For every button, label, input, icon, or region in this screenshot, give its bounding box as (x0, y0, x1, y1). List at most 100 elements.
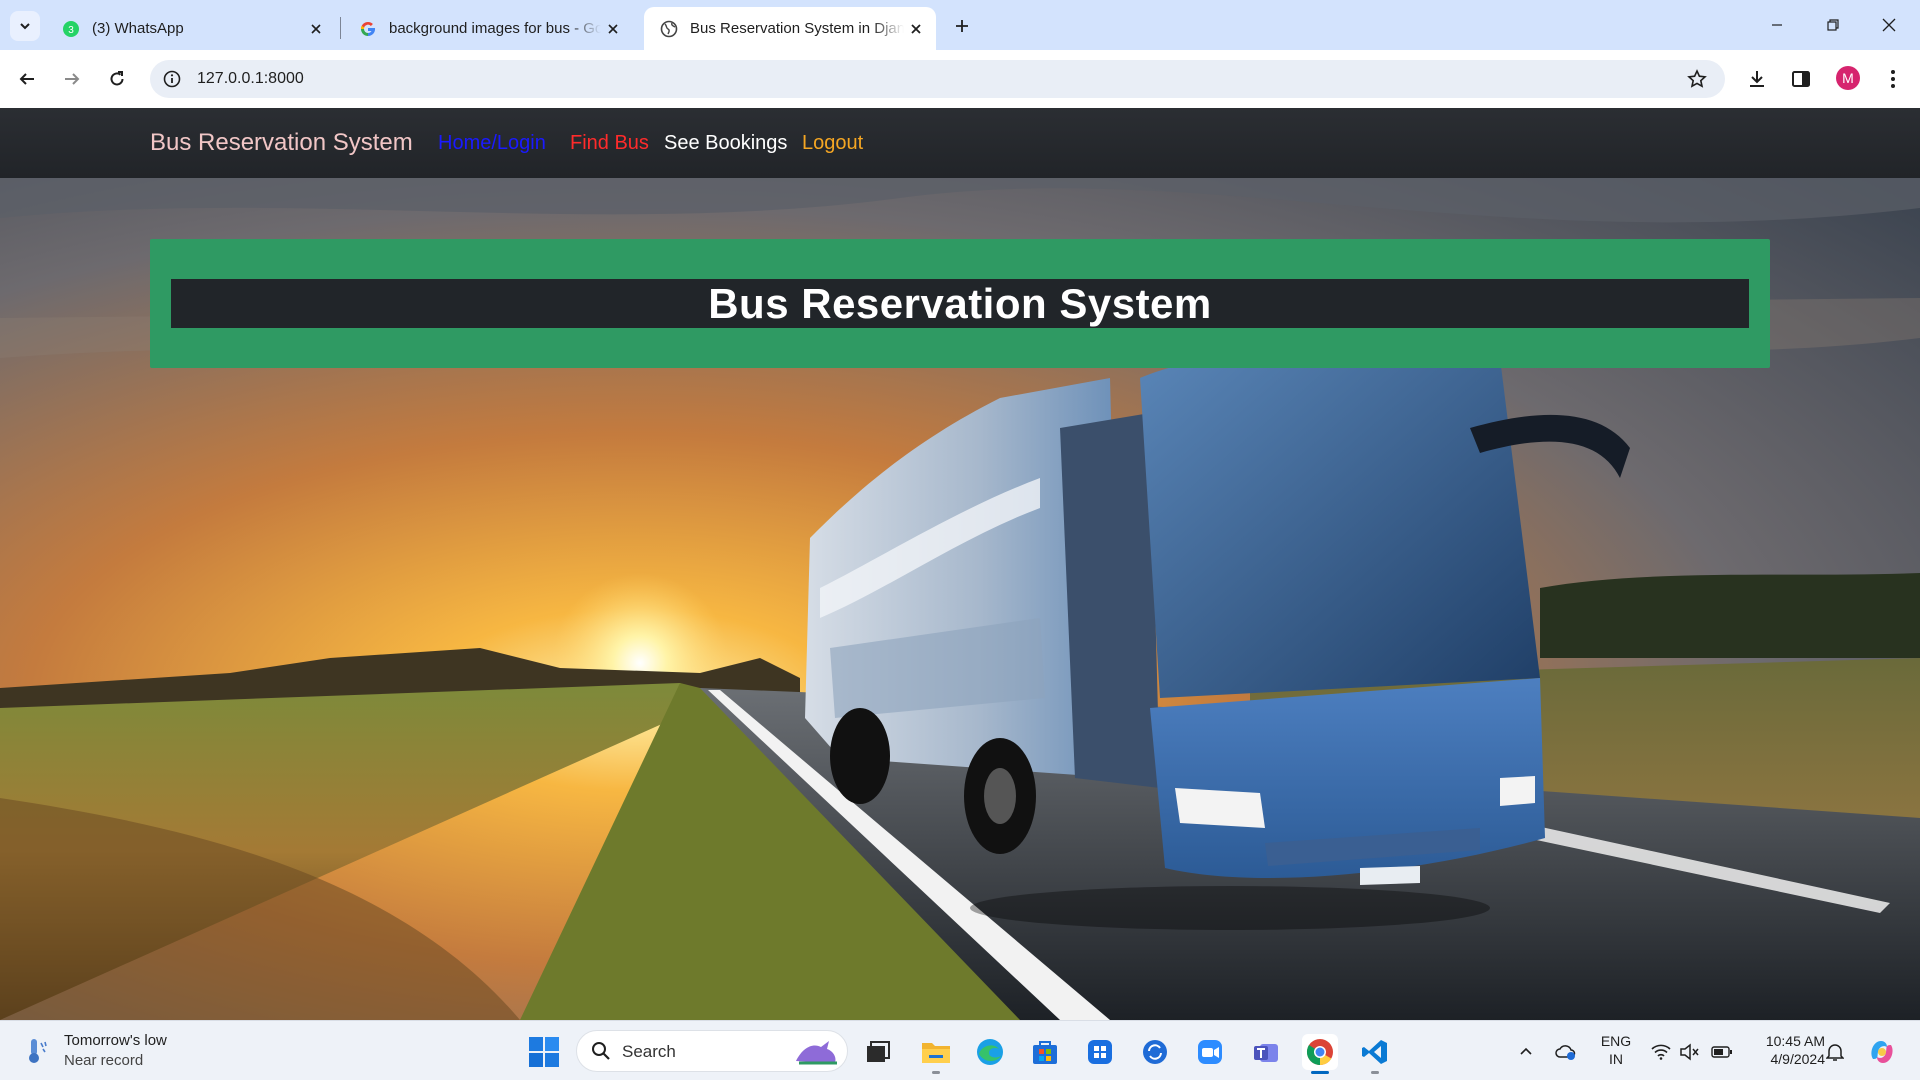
google-icon (359, 20, 377, 38)
sync-icon (1143, 1040, 1167, 1064)
nav-home-login-link[interactable]: Home/Login (438, 132, 546, 155)
minimize-icon (1772, 24, 1782, 26)
forward-button[interactable] (57, 64, 87, 94)
back-button[interactable] (12, 64, 42, 94)
teams-icon (1254, 1044, 1278, 1062)
url-text[interactable]: 127.0.0.1:8000 (197, 70, 304, 88)
windows-start-icon[interactable] (528, 1036, 560, 1068)
battery-icon (1711, 1046, 1732, 1058)
chrome-icon (1306, 1039, 1333, 1066)
downloads-button[interactable] (1742, 64, 1772, 94)
download-icon (1750, 71, 1764, 87)
volume-muted-icon (1680, 1043, 1699, 1061)
taskbar-search-box[interactable]: Search (576, 1030, 848, 1072)
close-tab-icon[interactable] (601, 17, 625, 41)
wifi-tray-button[interactable] (1650, 1041, 1672, 1063)
side-panel-icon (1792, 71, 1810, 87)
language-code: ENG (1600, 1033, 1632, 1049)
language-region: IN (1609, 1051, 1623, 1067)
browser-toolbar: 127.0.0.1:8000 (0, 50, 1920, 108)
weather-title: Tomorrow's low (64, 1032, 167, 1049)
address-bar[interactable]: 127.0.0.1:8000 (150, 60, 1725, 98)
battery-tray-button[interactable] (1711, 1041, 1733, 1063)
reload-button[interactable] (102, 64, 132, 94)
profile-avatar[interactable]: M (1836, 66, 1860, 90)
tab-title: (3) WhatsApp (92, 20, 184, 37)
close-tab-icon[interactable] (904, 17, 928, 41)
teams-app-button[interactable] (1248, 1034, 1284, 1070)
edge-browser-button[interactable] (972, 1034, 1008, 1070)
copilot-app-button[interactable] (1082, 1034, 1118, 1070)
navbar-brand-link[interactable]: Bus Reservation System (150, 129, 413, 157)
tab-bus-reservation[interactable]: Bus Reservation System in Djan (644, 7, 936, 50)
weather-widget[interactable]: Tomorrow's low Near record (24, 1031, 167, 1071)
browser-tabstrip: 3 (3) WhatsApp background images for bus… (0, 0, 1920, 50)
svg-text:3: 3 (68, 25, 74, 36)
sync-app-button[interactable] (1137, 1034, 1173, 1070)
taskbar-open-indicator (1371, 1071, 1379, 1074)
search-highlight-icon (796, 1041, 837, 1065)
zoom-app-button[interactable] (1192, 1034, 1228, 1070)
tab-separator (340, 17, 341, 39)
tab-title: background images for bus - Go (389, 20, 601, 37)
copilot-icon (1871, 1041, 1893, 1063)
folder-icon (922, 1043, 950, 1063)
nav-logout-link[interactable]: Logout (802, 132, 863, 155)
clock-date: 4/9/2024 (1770, 1051, 1826, 1067)
taskbar-active-indicator (1311, 1071, 1329, 1074)
volume-tray-button[interactable] (1678, 1041, 1700, 1063)
task-view-icon (867, 1041, 890, 1062)
site-navbar: Bus Reservation System Home/Login Find B… (0, 108, 1920, 178)
page-title: Bus Reservation System (708, 279, 1212, 327)
close-icon (1882, 18, 1896, 32)
whatsapp-icon: 3 (62, 20, 80, 38)
tab-whatsapp[interactable]: 3 (3) WhatsApp (46, 7, 336, 50)
zoom-icon (1198, 1040, 1222, 1064)
tab-google-search[interactable]: background images for bus - Go (343, 7, 633, 50)
browser-menu-button[interactable] (1878, 64, 1908, 94)
restore-button[interactable] (1810, 8, 1856, 42)
copilot-button[interactable] (1866, 1036, 1898, 1068)
search-icon (592, 1042, 610, 1060)
clock[interactable]: 10:45 AM 4/9/2024 (1745, 1032, 1825, 1068)
minimize-button[interactable] (1754, 8, 1800, 42)
wifi-icon (1651, 1044, 1671, 1060)
bell-icon (1826, 1044, 1844, 1061)
plus-icon (956, 20, 968, 32)
restore-icon (1827, 19, 1839, 31)
chrome-app-button[interactable] (1302, 1034, 1338, 1070)
vscode-icon (1362, 1040, 1387, 1064)
task-view-button[interactable] (860, 1034, 896, 1070)
page-viewport: Bus Reservation System Home/Login Find B… (0, 108, 1920, 1020)
chevron-down-icon (20, 23, 30, 30)
weather-subtitle: Near record (64, 1052, 144, 1069)
thermometer-icon (29, 1039, 47, 1063)
arrow-right-icon (65, 73, 80, 85)
tab-title: Bus Reservation System in Djan (690, 20, 904, 37)
edge-icon (977, 1039, 1003, 1065)
store-icon (1033, 1041, 1057, 1064)
kebab-menu-icon (1891, 70, 1895, 88)
file-explorer-button[interactable] (918, 1034, 954, 1070)
notifications-button[interactable] (1824, 1041, 1846, 1063)
reload-icon (110, 71, 124, 86)
site-info-icon[interactable] (160, 67, 184, 91)
nav-find-bus-link[interactable]: Find Bus (570, 132, 649, 155)
tab-search-button[interactable] (10, 11, 40, 41)
arrow-left-icon (19, 73, 34, 85)
hero-banner: Bus Reservation System (150, 239, 1770, 368)
close-window-button[interactable] (1866, 8, 1912, 42)
hero-title-bar: Bus Reservation System (171, 279, 1749, 328)
new-tab-button[interactable] (948, 12, 976, 40)
vscode-app-button[interactable] (1357, 1034, 1393, 1070)
language-indicator[interactable]: ENG IN (1596, 1032, 1636, 1068)
show-hidden-icons-button[interactable] (1515, 1041, 1537, 1063)
taskbar-open-indicator (932, 1071, 940, 1074)
microsoft-store-button[interactable] (1027, 1034, 1063, 1070)
clock-time: 10:45 AM (1765, 1033, 1825, 1049)
onedrive-tray-button[interactable] (1555, 1041, 1577, 1063)
close-tab-icon[interactable] (304, 17, 328, 41)
side-panel-button[interactable] (1786, 64, 1816, 94)
bookmark-star-icon[interactable] (1685, 67, 1709, 91)
nav-see-bookings-link[interactable]: See Bookings (664, 132, 787, 155)
